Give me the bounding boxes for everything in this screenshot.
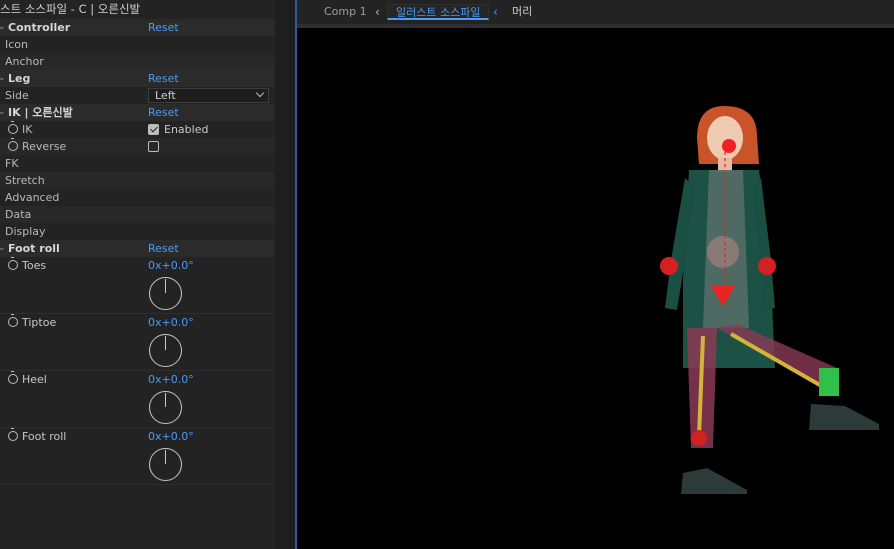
- row-label: Data: [5, 208, 32, 221]
- toes-value[interactable]: 0x+0.0°: [148, 257, 194, 274]
- face-controller: [722, 139, 736, 153]
- toes-property: Toes 0x+0.0°: [0, 257, 275, 314]
- row-label: Foot roll: [22, 430, 67, 443]
- stopwatch-icon[interactable]: [8, 138, 18, 151]
- side-dropdown[interactable]: Left: [148, 88, 269, 103]
- twisty-icon[interactable]: ⌄: [0, 104, 6, 121]
- ik-enabled-checkbox[interactable]: [148, 124, 159, 135]
- tiptoe-angle-dial[interactable]: [149, 334, 182, 367]
- row-label: IK: [22, 123, 33, 136]
- toes-angle-dial[interactable]: [149, 277, 182, 310]
- chevron-down-icon: [255, 88, 265, 98]
- row-display[interactable]: Display: [0, 223, 275, 240]
- tiptoe-property: Tiptoe 0x+0.0°: [0, 314, 275, 371]
- left-hand-controller: [660, 257, 678, 275]
- row-label: Advanced: [5, 191, 60, 204]
- row-label: Heel: [22, 373, 47, 386]
- row-stretch[interactable]: Stretch: [0, 172, 275, 189]
- composition-tabbar: Comp 1 ‹ 일러스트 소스파일 ‹ 머리: [297, 0, 894, 24]
- leg-reset-link[interactable]: Reset: [148, 70, 179, 87]
- dropdown-value: Left: [155, 89, 176, 102]
- panel-title: 스트 소스파일 - C | 오른신발: [0, 2, 141, 16]
- row-label: Reverse: [22, 140, 67, 153]
- twisty-icon[interactable]: ⌄: [0, 19, 6, 36]
- checkbox-label: Enabled: [164, 123, 209, 136]
- tiptoe-value[interactable]: 0x+0.0°: [148, 314, 194, 331]
- tab-comp-1[interactable]: Comp 1: [324, 4, 367, 20]
- row-label: Leg: [8, 72, 31, 85]
- foot-roll-angle-dial[interactable]: [149, 448, 182, 481]
- twisty-icon[interactable]: ⌄: [0, 240, 6, 257]
- left-foot-controller: [691, 430, 707, 446]
- row-foot-roll-group[interactable]: ⌄ Foot roll Reset: [0, 240, 275, 257]
- composition-panel: Comp 1 ‹ 일러스트 소스파일 ‹ 머리: [297, 0, 894, 549]
- character-rig-illustration[interactable]: [297, 28, 894, 549]
- row-icon[interactable]: Icon: [0, 36, 275, 53]
- row-label: IK | 오른신발: [8, 106, 73, 119]
- chevron-left-icon[interactable]: ‹: [375, 4, 380, 20]
- row-label: Anchor: [5, 55, 44, 68]
- hip-shape: [707, 236, 739, 268]
- stopwatch-icon[interactable]: [8, 371, 18, 384]
- right-foot-controller: [819, 368, 839, 396]
- row-fk[interactable]: FK: [0, 155, 275, 172]
- effect-controls-panel: 스트 소스파일 - C | 오른신발 ⌄ Controller Reset Ic…: [0, 0, 275, 549]
- row-label: Stretch: [5, 174, 45, 187]
- row-label: Toes: [22, 259, 47, 272]
- stopwatch-icon[interactable]: [8, 257, 18, 270]
- row-label: Foot roll: [8, 242, 60, 255]
- foot-roll-value[interactable]: 0x+0.0°: [148, 428, 194, 445]
- right-shoe-shape: [809, 404, 879, 430]
- stopwatch-icon[interactable]: [8, 314, 18, 327]
- composition-viewer[interactable]: [297, 28, 894, 549]
- row-controller[interactable]: ⌄ Controller Reset: [0, 19, 275, 36]
- stopwatch-icon[interactable]: [8, 121, 18, 134]
- controller-reset-link[interactable]: Reset: [148, 19, 179, 36]
- row-anchor[interactable]: Anchor: [0, 53, 275, 70]
- row-reverse: Reverse: [0, 138, 275, 155]
- panel-divider[interactable]: [275, 0, 295, 549]
- tab-head[interactable]: 머리: [512, 4, 532, 20]
- tab-illustration-source[interactable]: 일러스트 소스파일: [387, 4, 490, 20]
- stopwatch-icon[interactable]: [8, 428, 18, 441]
- row-label: Tiptoe: [22, 316, 57, 329]
- heel-property: Heel 0x+0.0°: [0, 371, 275, 428]
- heel-angle-dial[interactable]: [149, 391, 182, 424]
- reverse-checkbox[interactable]: [148, 141, 159, 152]
- chevron-left-icon[interactable]: ‹: [493, 4, 498, 20]
- row-ik-group[interactable]: ⌄ IK | 오른신발 Reset: [0, 104, 275, 121]
- foot-roll-reset-link[interactable]: Reset: [148, 240, 179, 257]
- row-label: Icon: [5, 38, 28, 51]
- row-ik: IK Enabled: [0, 121, 275, 138]
- heel-value[interactable]: 0x+0.0°: [148, 371, 194, 388]
- row-label: Controller: [8, 21, 71, 34]
- row-label: Side: [5, 89, 29, 102]
- row-label: FK: [5, 157, 19, 170]
- twisty-icon[interactable]: ⌄: [0, 70, 6, 87]
- left-shoe-shape: [681, 468, 747, 494]
- row-leg[interactable]: ⌄ Leg Reset: [0, 70, 275, 87]
- right-hand-controller: [758, 257, 776, 275]
- row-advanced[interactable]: Advanced: [0, 189, 275, 206]
- foot-roll-property: Foot roll 0x+0.0°: [0, 428, 275, 485]
- row-label: Display: [5, 225, 46, 238]
- row-side: Side Left: [0, 87, 275, 104]
- row-data[interactable]: Data: [0, 206, 275, 223]
- ik-reset-link[interactable]: Reset: [148, 104, 179, 121]
